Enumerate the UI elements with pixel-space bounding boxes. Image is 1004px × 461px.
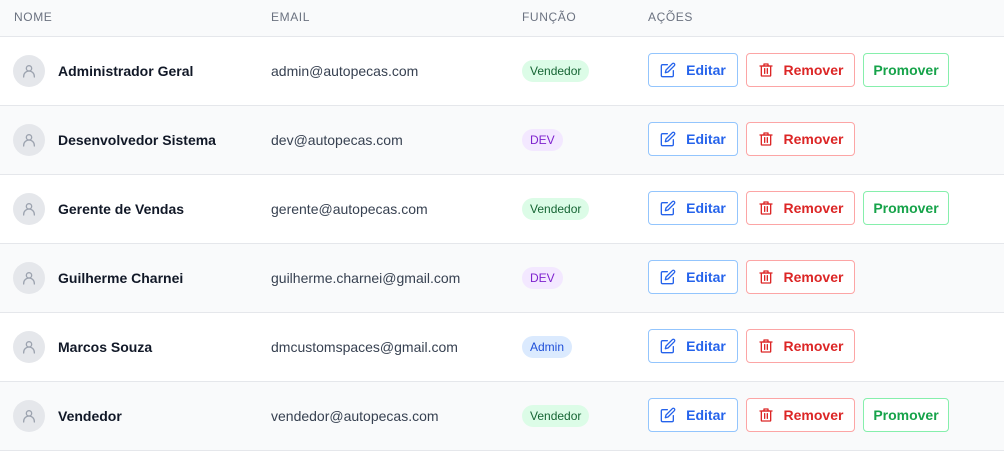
promote-button[interactable]: Promover [863, 398, 949, 432]
role-badge: Vendedor [522, 60, 590, 82]
edit-button[interactable]: Editar [648, 122, 738, 156]
edit-icon [660, 62, 676, 78]
trash-icon [758, 132, 773, 146]
column-header-role: FUNÇÃO [522, 10, 577, 24]
remove-button-label: Remover [783, 200, 844, 216]
role-badge: DEV [522, 129, 563, 151]
remove-button-label: Remover [783, 338, 844, 354]
column-header-email: EMAIL [271, 10, 311, 24]
remove-button-label: Remover [783, 269, 844, 285]
edit-icon [660, 338, 676, 354]
edit-icon [660, 269, 676, 285]
table-row: Desenvolvedor Sistema dev@autopecas.com … [0, 106, 1004, 175]
table-row: Vendedor vendedor@autopecas.com Vendedor… [0, 382, 1004, 451]
role-badge: Vendedor [522, 405, 590, 427]
trash-icon [758, 408, 773, 422]
user-email: admin@autopecas.com [271, 63, 419, 79]
remove-button[interactable]: Remover [746, 122, 855, 156]
edit-button-label: Editar [686, 62, 726, 78]
table-body: Administrador Geral admin@autopecas.com … [0, 37, 1004, 451]
role-badge: Vendedor [522, 198, 590, 220]
user-email: dev@autopecas.com [271, 132, 403, 148]
column-header-name: NOME [14, 10, 53, 24]
user-name: Gerente de Vendas [58, 201, 185, 217]
table-row: Marcos Souza dmcustomspaces@gmail.com Ad… [0, 313, 1004, 382]
trash-icon [758, 339, 773, 353]
user-icon [23, 203, 35, 216]
user-email: guilherme.charnei@gmail.com [271, 270, 461, 286]
remove-button[interactable]: Remover [746, 53, 855, 87]
user-email: vendedor@autopecas.com [271, 408, 439, 424]
avatar [13, 400, 45, 432]
user-name: Guilherme Charnei [58, 270, 184, 286]
user-icon [23, 65, 35, 78]
edit-button-label: Editar [686, 131, 726, 147]
remove-button-label: Remover [783, 407, 844, 423]
edit-icon [660, 131, 676, 147]
edit-icon [660, 407, 676, 423]
user-name: Vendedor [58, 408, 122, 424]
user-email: dmcustomspaces@gmail.com [271, 339, 458, 355]
edit-button-label: Editar [686, 200, 726, 216]
table-row: Gerente de Vendas gerente@autopecas.com … [0, 175, 1004, 244]
edit-button[interactable]: Editar [648, 53, 738, 87]
trash-icon [758, 63, 773, 77]
remove-button-label: Remover [783, 62, 844, 78]
avatar [13, 124, 45, 156]
user-icon [23, 272, 35, 285]
trash-icon [758, 201, 773, 215]
remove-button[interactable]: Remover [746, 329, 855, 363]
table-row: Administrador Geral admin@autopecas.com … [0, 37, 1004, 106]
remove-button[interactable]: Remover [746, 191, 855, 225]
table-row: Guilherme Charnei guilherme.charnei@gmai… [0, 244, 1004, 313]
trash-icon [758, 270, 773, 284]
promote-button[interactable]: Promover [863, 191, 949, 225]
edit-button[interactable]: Editar [648, 191, 738, 225]
role-badge: DEV [522, 267, 563, 289]
edit-button-label: Editar [686, 269, 726, 285]
remove-button-label: Remover [783, 131, 844, 147]
user-icon [23, 341, 35, 354]
role-badge: Admin [522, 336, 573, 358]
promote-button[interactable]: Promover [863, 53, 949, 87]
avatar [13, 193, 45, 225]
avatar [13, 55, 45, 87]
user-icon [23, 134, 35, 147]
avatar [13, 331, 45, 363]
users-table: NOME EMAIL FUNÇÃO AÇÕES Administrador Ge… [0, 0, 1004, 451]
edit-button[interactable]: Editar [648, 329, 738, 363]
user-name: Administrador Geral [58, 63, 194, 79]
table-header: NOME EMAIL FUNÇÃO AÇÕES [0, 0, 1004, 37]
edit-button-label: Editar [686, 338, 726, 354]
column-header-actions: AÇÕES [648, 10, 694, 24]
edit-button[interactable]: Editar [648, 398, 738, 432]
remove-button[interactable]: Remover [746, 398, 855, 432]
user-name: Marcos Souza [58, 339, 153, 355]
remove-button[interactable]: Remover [746, 260, 855, 294]
user-icon [23, 410, 35, 423]
edit-button[interactable]: Editar [648, 260, 738, 294]
edit-button-label: Editar [686, 407, 726, 423]
edit-icon [660, 200, 676, 216]
avatar [13, 262, 45, 294]
user-email: gerente@autopecas.com [271, 201, 428, 217]
user-name: Desenvolvedor Sistema [58, 132, 216, 148]
